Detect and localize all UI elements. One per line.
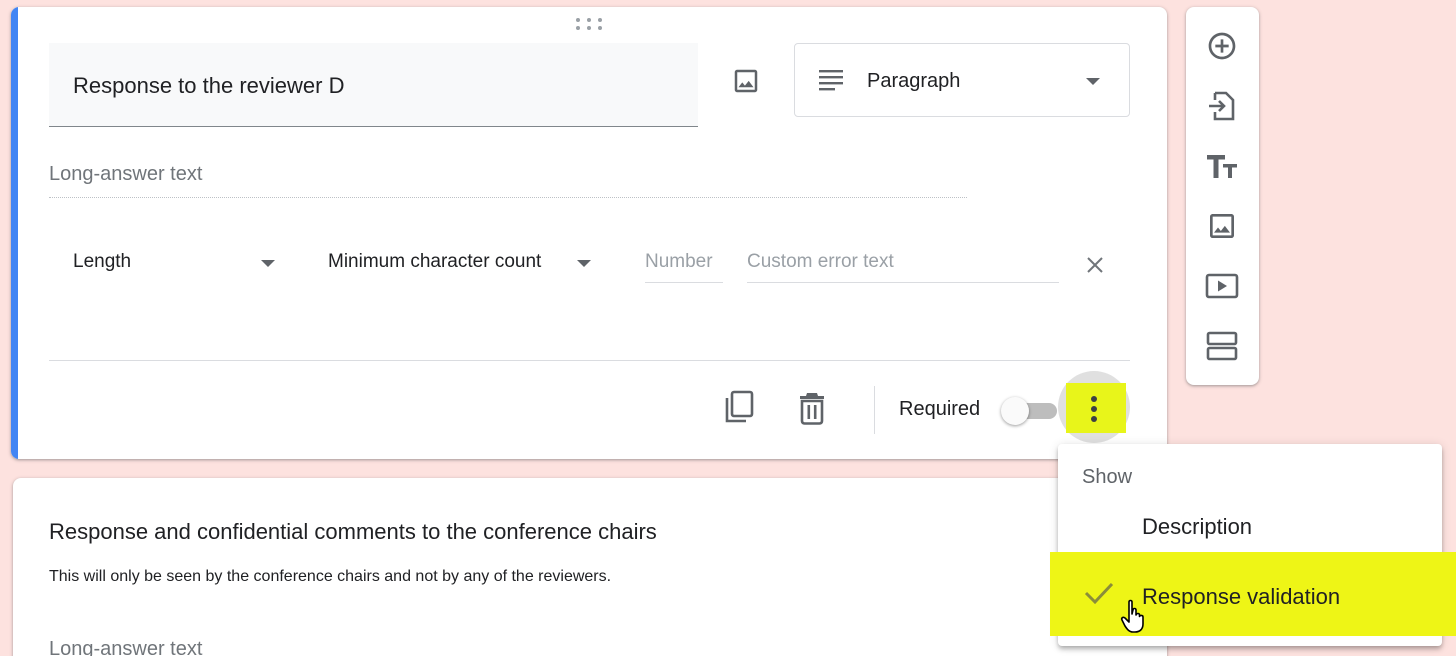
question-title-input[interactable]: Response to the reviewer D	[49, 43, 698, 127]
active-card-accent	[11, 7, 18, 459]
response-validation-row: Length Minimum character count Number Cu…	[49, 247, 1129, 287]
question-card[interactable]: Response to the reviewer D Paragraph Lon…	[11, 7, 1167, 459]
toggle-thumb	[1001, 397, 1029, 425]
text-size-icon	[1207, 155, 1237, 178]
add-image-button[interactable]	[725, 60, 767, 102]
question-type-select[interactable]: Paragraph	[794, 43, 1130, 117]
add-circle-icon	[1208, 32, 1236, 60]
check-icon	[1084, 582, 1114, 605]
add-video-button[interactable]	[1202, 266, 1242, 306]
card-footer-divider	[49, 360, 1130, 361]
drag-handle-icon[interactable]	[576, 18, 602, 32]
chevron-down-icon[interactable]	[577, 260, 591, 267]
question-title: Response and confidential comments to th…	[49, 519, 657, 544]
paragraph-lines-icon	[819, 70, 843, 91]
side-toolbar	[1186, 7, 1259, 385]
required-label: Required	[899, 398, 981, 420]
add-image-button[interactable]	[1202, 206, 1242, 246]
import-icon	[1209, 91, 1235, 121]
add-question-button[interactable]	[1202, 26, 1242, 66]
answer-placeholder: Long-answer text	[49, 163, 967, 198]
number-input[interactable]: Number	[645, 247, 723, 283]
more-vert-icon	[1091, 396, 1097, 426]
validation-condition-select[interactable]: Minimum character count	[328, 251, 541, 273]
menu-header: Show	[1082, 466, 1133, 488]
menu-item-description[interactable]: Description	[1058, 504, 1442, 552]
close-icon[interactable]	[1083, 253, 1107, 277]
section-icon	[1206, 331, 1238, 361]
import-questions-button[interactable]	[1202, 86, 1242, 126]
required-toggle[interactable]	[1001, 397, 1059, 425]
image-icon	[734, 69, 758, 93]
menu-item-label: Description	[1142, 514, 1253, 539]
image-icon	[1210, 214, 1234, 238]
menu-item-label: Response validation	[1142, 584, 1341, 609]
chevron-down-icon[interactable]	[261, 260, 275, 267]
question-title-text: Response to the reviewer D	[73, 73, 345, 98]
question-type-label: Paragraph	[867, 70, 961, 92]
menu-item-response-validation[interactable]: Response validation	[1058, 572, 1442, 624]
video-icon	[1205, 273, 1239, 299]
footer-separator	[874, 386, 875, 434]
add-section-button[interactable]	[1202, 326, 1242, 366]
question-card-2[interactable]: Response and confidential comments to th…	[13, 478, 1167, 656]
answer-placeholder: Long-answer text	[49, 638, 203, 656]
copy-icon[interactable]	[722, 389, 758, 425]
hand-cursor-icon	[1120, 599, 1144, 633]
trash-icon[interactable]	[796, 390, 828, 426]
custom-error-input[interactable]: Custom error text	[747, 247, 1059, 283]
validation-type-select[interactable]: Length	[73, 251, 131, 273]
chevron-down-icon	[1086, 78, 1100, 85]
more-options-button[interactable]	[1058, 371, 1130, 443]
question-description: This will only be seen by the conference…	[49, 568, 612, 585]
add-title-description-button[interactable]	[1202, 146, 1242, 186]
